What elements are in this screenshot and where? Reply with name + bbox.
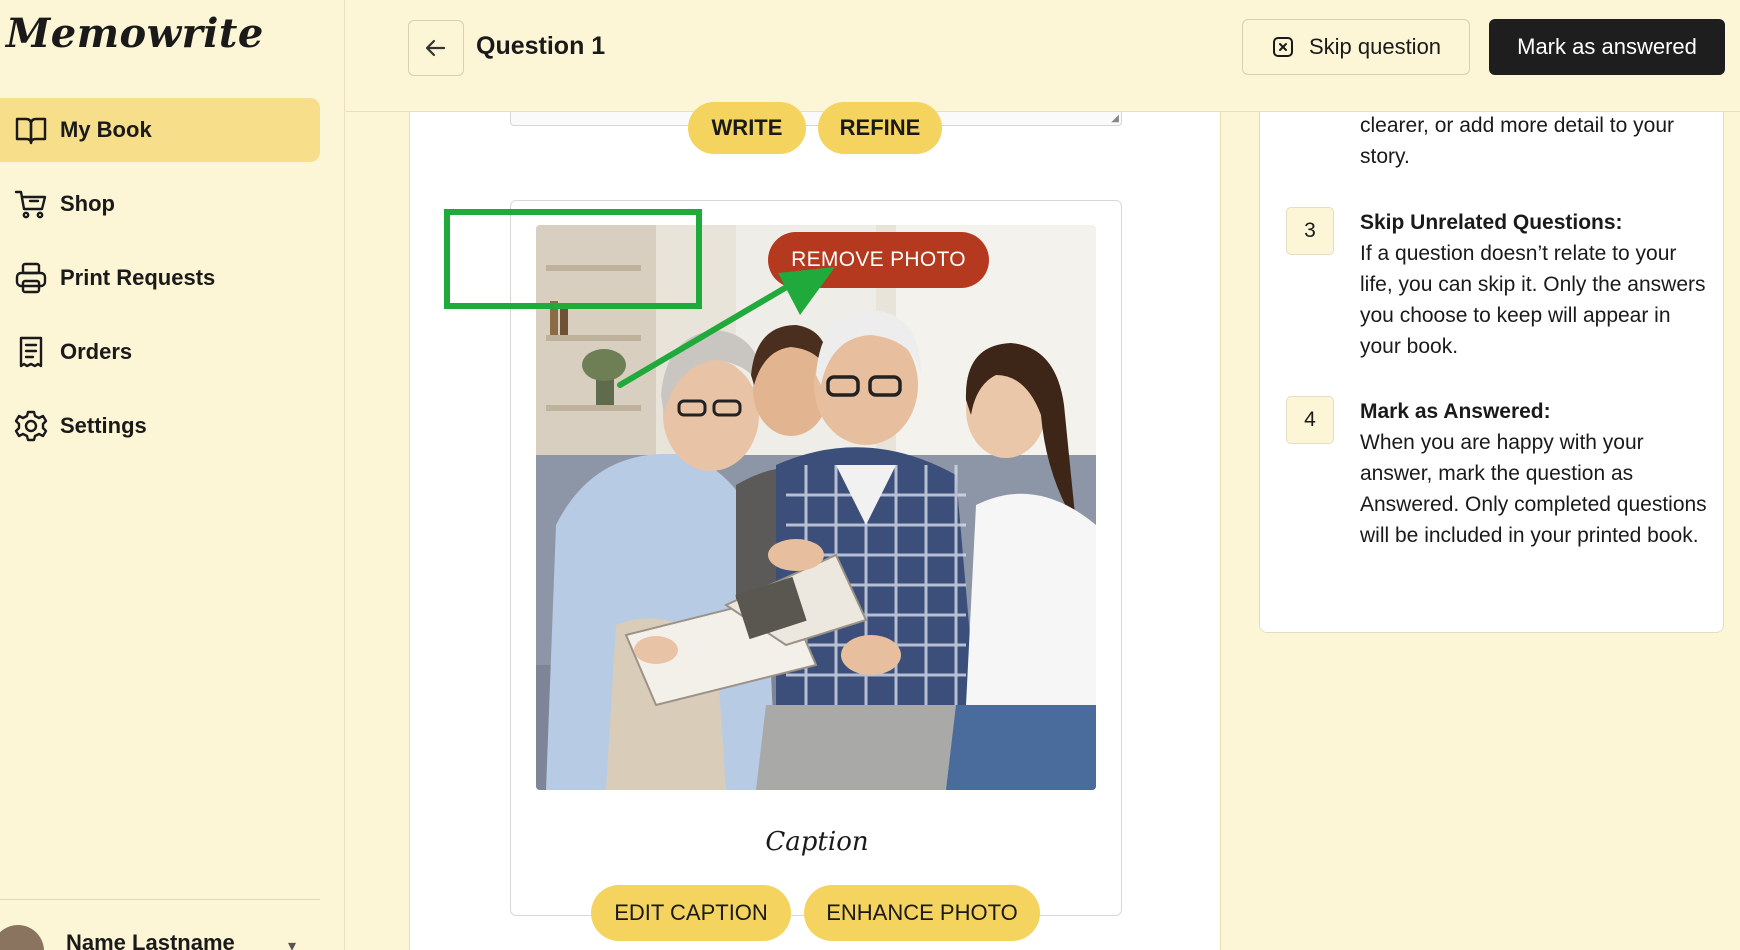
arrow-annotation-icon (617, 267, 835, 388)
tip-title: Skip Unrelated Questions: (1360, 211, 1623, 234)
skip-question-button[interactable]: Skip question (1242, 19, 1470, 75)
tip-number: 4 (1286, 396, 1334, 444)
enhance-photo-button[interactable]: ENHANCE PHOTO (804, 885, 1040, 941)
tip-body: If a question doesn’t relate to your lif… (1360, 242, 1706, 358)
printer-icon (14, 261, 48, 295)
photo-caption[interactable]: Caption (511, 827, 1123, 857)
arrow-left-icon (425, 39, 446, 57)
refine-button[interactable]: REFINE (818, 102, 942, 154)
back-button[interactable] (408, 20, 464, 76)
sidebar-item-print-requests[interactable]: Print Requests (0, 246, 320, 310)
tip-title: Mark as Answered: (1360, 400, 1551, 423)
user-name: Name Lastname (66, 930, 235, 950)
cart-icon (14, 187, 48, 221)
user-menu[interactable]: Name Lastname ▾ (0, 920, 320, 950)
sidebar-nav: My Book Shop Print Requests Orders Setti… (0, 98, 320, 468)
sidebar-item-settings[interactable]: Settings (0, 394, 320, 458)
tip-number: 3 (1286, 207, 1334, 255)
sidebar-item-label: Settings (60, 413, 147, 438)
edit-caption-button[interactable]: EDIT CAPTION (591, 885, 791, 941)
question-editor: ◢ WRITE REFINE Caption REMOVE PHOTO EDIT… (409, 102, 1221, 950)
mark-as-answered-button[interactable]: Mark as answered (1489, 19, 1725, 75)
sidebar-item-label: Shop (60, 191, 115, 216)
tips-panel: clearer, or add more detail to your stor… (1259, 112, 1724, 633)
sidebar-item-label: My Book (60, 117, 152, 142)
answer-textarea[interactable]: ◢ (510, 112, 1122, 126)
sidebar: Memowrite My Book Shop Print Requests Or… (0, 0, 345, 950)
gear-icon (14, 409, 48, 443)
chevron-down-icon: ▾ (288, 938, 297, 950)
resize-handle-icon[interactable]: ◢ (1111, 113, 1119, 124)
tip-body: When you are happy with your answer, mar… (1360, 431, 1707, 547)
sidebar-item-my-book[interactable]: My Book (0, 98, 320, 162)
sidebar-item-label: Orders (60, 339, 133, 364)
avatar (0, 925, 44, 950)
write-button[interactable]: WRITE (688, 102, 806, 154)
tip-continuation-text: clearer, or add more detail to your stor… (1360, 114, 1674, 168)
book-icon (14, 113, 48, 147)
receipt-icon (14, 335, 48, 369)
app-logo: Memowrite (6, 10, 264, 57)
close-square-icon (1272, 37, 1293, 57)
sidebar-item-label: Print Requests (60, 265, 216, 290)
skip-question-label: Skip question (1308, 34, 1442, 59)
sidebar-divider (0, 899, 320, 900)
sidebar-item-orders[interactable]: Orders (0, 320, 320, 384)
sidebar-item-shop[interactable]: Shop (0, 172, 320, 236)
top-bar: Question 1 Skip question Mark as answere… (346, 0, 1740, 112)
page-title: Question 1 (476, 32, 606, 60)
